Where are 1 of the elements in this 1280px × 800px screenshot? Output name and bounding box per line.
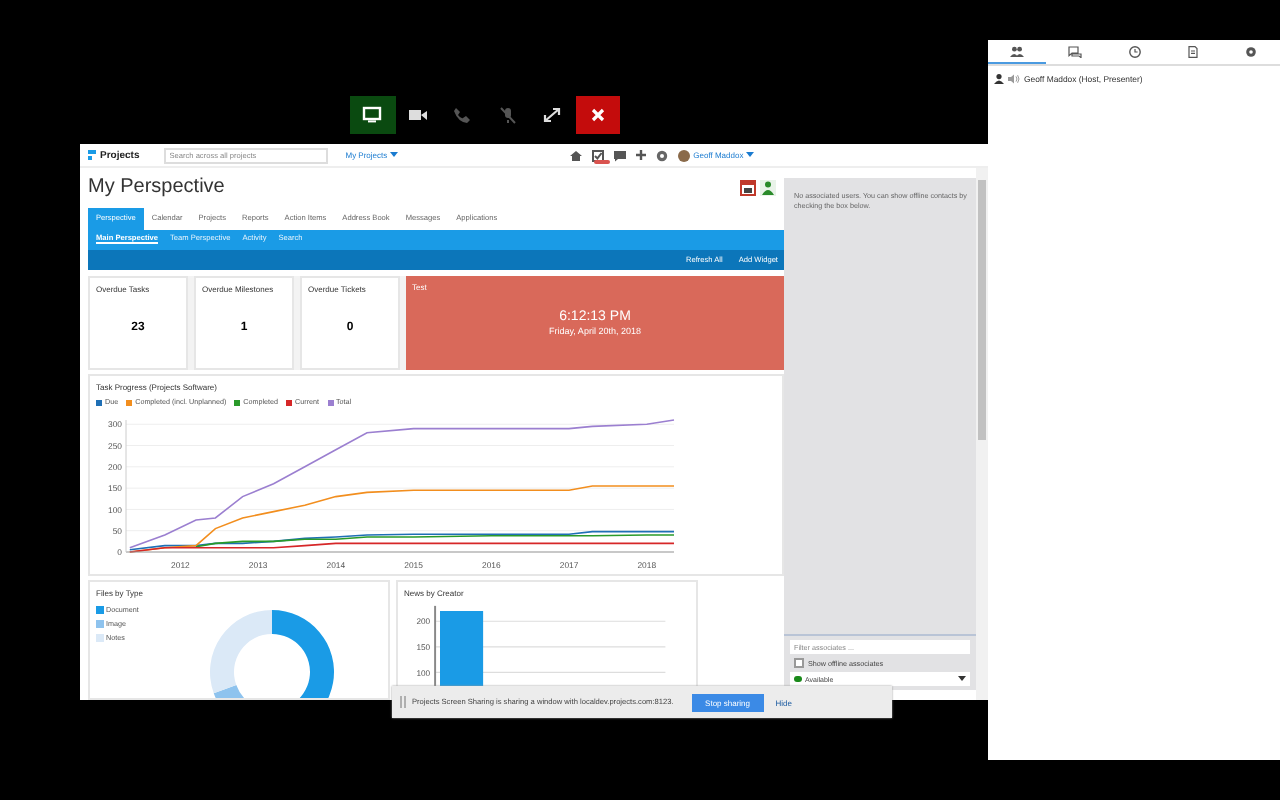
page-title: My Perspective <box>88 176 225 199</box>
